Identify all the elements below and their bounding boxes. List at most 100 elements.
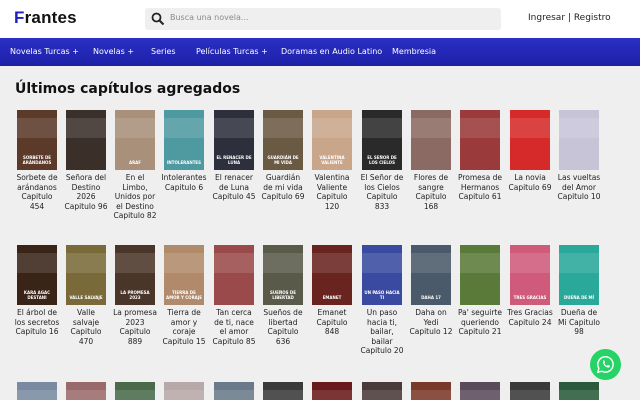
poster-thumbnail[interactable]: La Promesa 2023 <box>115 245 155 305</box>
nav-peliculas-turcas[interactable]: Películas Turcas + <box>196 47 268 56</box>
poster-thumbnail[interactable]: El renacer de Luna <box>214 110 254 170</box>
episode-card[interactable]: El renacer de Luna El renacer de Luna Cap… <box>211 110 257 202</box>
episode-card[interactable]: La novia Capitulo 69 <box>507 110 553 192</box>
episode-card[interactable]: Guardián de mi vida Guardián de mi vida C… <box>260 110 306 202</box>
poster-thumbnail[interactable] <box>510 382 550 400</box>
episode-card[interactable]: Valle Salvaje Valle salvaje Capitulo 470 <box>63 245 109 346</box>
episode-card[interactable]: Sueños de libertad Sueños de libertad Cap… <box>260 245 306 346</box>
episode-card[interactable] <box>359 382 405 400</box>
poster-thumbnail[interactable] <box>460 110 500 170</box>
episode-card[interactable] <box>161 382 207 400</box>
episode-card[interactable]: Dueña de mí Dueña de Mi Capitulo 98 <box>556 245 602 337</box>
poster-thumbnail[interactable]: Araf <box>115 110 155 170</box>
poster-thumbnail[interactable] <box>214 245 254 305</box>
episode-card[interactable]: Promesa de Hermanos Capitulo 61 <box>457 110 503 202</box>
episode-card[interactable]: El Señor de los Cielos El Señor de los Ci… <box>359 110 405 211</box>
episode-card[interactable] <box>63 382 109 400</box>
episode-card[interactable]: Intolerantes Intolerantes Capitulo 6 <box>161 110 207 192</box>
poster-thumbnail[interactable]: Tierra de amor y coraje <box>164 245 204 305</box>
episode-card[interactable] <box>260 382 306 400</box>
poster-thumbnail[interactable] <box>362 382 402 400</box>
episode-card[interactable]: Pa' seguirte queriendo Capitulo 21 <box>457 245 503 337</box>
episode-card[interactable]: La Promesa 2023 La promesa 2023 Capitulo … <box>112 245 158 346</box>
episode-caption[interactable]: Un paso hacia ti, bailar, bailar Capitul… <box>359 308 405 356</box>
nav-novelas[interactable]: Novelas + <box>93 47 134 56</box>
episode-caption[interactable]: La promesa 2023 Capitulo 889 <box>112 308 158 346</box>
poster-thumbnail[interactable]: Un paso hacia ti <box>362 245 402 305</box>
poster-thumbnail[interactable] <box>214 382 254 400</box>
episode-caption[interactable]: Flores de sangre Capitulo 168 <box>408 173 454 211</box>
episode-caption[interactable]: Promesa de Hermanos Capitulo 61 <box>457 173 503 202</box>
episode-card[interactable] <box>408 382 454 400</box>
episode-card[interactable]: Emanet Emanet Capitulo 848 <box>309 245 355 337</box>
episode-card[interactable] <box>309 382 355 400</box>
episode-caption[interactable]: Tan cerca de ti, nace el amor Capitulo 8… <box>211 308 257 346</box>
episode-caption[interactable]: Valentina Valiente Capitulo 120 <box>309 173 355 211</box>
episode-caption[interactable]: Emanet Capitulo 848 <box>309 308 355 337</box>
poster-thumbnail[interactable]: Dueña de mí <box>559 245 599 305</box>
poster-thumbnail[interactable] <box>66 110 106 170</box>
episode-caption[interactable]: En el Limbo, Unidos por el Destino Capit… <box>112 173 158 221</box>
episode-card[interactable] <box>556 382 602 400</box>
search-input[interactable]: Busca una novela... <box>170 13 249 22</box>
episode-caption[interactable]: El renacer de Luna Capitulo 45 <box>211 173 257 202</box>
episode-caption[interactable]: Tierra de amor y coraje Capitulo 15 <box>161 308 207 346</box>
poster-thumbnail[interactable]: Sorbete de arándanos <box>17 110 57 170</box>
poster-thumbnail[interactable] <box>411 382 451 400</box>
nav-doramas[interactable]: Doramas en Audio Latino <box>281 47 382 56</box>
episode-card[interactable]: Valentina Valiente Valentina Valiente Cap… <box>309 110 355 211</box>
poster-thumbnail[interactable]: Valentina Valiente <box>312 110 352 170</box>
episode-caption[interactable]: Pa' seguirte queriendo Capitulo 21 <box>457 308 503 337</box>
poster-thumbnail[interactable] <box>263 382 303 400</box>
episode-card[interactable]: Tierra de amor y coraje Tierra de amor y … <box>161 245 207 346</box>
episode-caption[interactable]: Señora del Destino 2026 Capitulo 96 <box>63 173 109 211</box>
poster-thumbnail[interactable]: Emanet <box>312 245 352 305</box>
poster-thumbnail[interactable] <box>559 110 599 170</box>
episode-card[interactable] <box>112 382 158 400</box>
register-link[interactable]: Registro <box>574 13 611 23</box>
episode-caption[interactable]: Tres Gracias Capitulo 24 <box>507 308 553 327</box>
episode-card[interactable] <box>14 382 60 400</box>
poster-thumbnail[interactable]: Daha 17 <box>411 245 451 305</box>
login-link[interactable]: Ingresar <box>528 13 565 23</box>
episode-caption[interactable]: Las vueltas del Amor Capitulo 10 <box>556 173 602 202</box>
episode-card[interactable]: Kara Agac Destani El árbol de los secreto… <box>14 245 60 337</box>
search-icon[interactable] <box>151 12 165 26</box>
poster-thumbnail[interactable]: El Señor de los Cielos <box>362 110 402 170</box>
poster-thumbnail[interactable] <box>510 110 550 170</box>
poster-thumbnail[interactable]: Intolerantes <box>164 110 204 170</box>
episode-card[interactable]: Sorbete de arándanos Sorbete de arándanos… <box>14 110 60 211</box>
episode-card[interactable]: Las vueltas del Amor Capitulo 10 <box>556 110 602 202</box>
episode-caption[interactable]: El Señor de los Cielos Capitulo 833 <box>359 173 405 211</box>
poster-thumbnail[interactable] <box>164 382 204 400</box>
whatsapp-button[interactable] <box>590 349 621 380</box>
poster-thumbnail[interactable]: Sueños de libertad <box>263 245 303 305</box>
episode-card[interactable]: Daha 17 Daha on Yedi Capitulo 12 <box>408 245 454 337</box>
episode-card[interactable] <box>507 382 553 400</box>
episode-card[interactable]: Flores de sangre Capitulo 168 <box>408 110 454 211</box>
poster-thumbnail[interactable]: Guardián de mi vida <box>263 110 303 170</box>
episode-card[interactable] <box>457 382 503 400</box>
poster-thumbnail[interactable] <box>460 245 500 305</box>
episode-card[interactable]: Un paso hacia ti Un paso hacia ti, bailar… <box>359 245 405 356</box>
site-logo[interactable]: Frantes <box>14 8 77 28</box>
poster-thumbnail[interactable]: Tres Gracias <box>510 245 550 305</box>
episode-card[interactable]: Tan cerca de ti, nace el amor Capitulo 8… <box>211 245 257 346</box>
poster-thumbnail[interactable] <box>115 382 155 400</box>
poster-thumbnail[interactable]: Valle Salvaje <box>66 245 106 305</box>
episode-caption[interactable]: El árbol de los secretos Capitulo 16 <box>14 308 60 337</box>
episode-caption[interactable]: Sueños de libertad Capitulo 636 <box>260 308 306 346</box>
episode-caption[interactable]: La novia Capitulo 69 <box>507 173 553 192</box>
episode-card[interactable]: Araf En el Limbo, Unidos por el Destino C… <box>112 110 158 221</box>
episode-caption[interactable]: Guardián de mi vida Capitulo 69 <box>260 173 306 202</box>
episode-caption[interactable]: Dueña de Mi Capitulo 98 <box>556 308 602 337</box>
nav-series[interactable]: Series <box>151 47 176 56</box>
nav-membresia[interactable]: Membresia <box>392 47 436 56</box>
episode-caption[interactable]: Sorbete de arándanos Capitulo 454 <box>14 173 60 211</box>
poster-thumbnail[interactable] <box>17 382 57 400</box>
episode-card[interactable]: Señora del Destino 2026 Capitulo 96 <box>63 110 109 211</box>
poster-thumbnail[interactable] <box>66 382 106 400</box>
episode-caption[interactable]: Valle salvaje Capitulo 470 <box>63 308 109 346</box>
poster-thumbnail[interactable] <box>559 382 599 400</box>
episode-card[interactable]: Tres Gracias Tres Gracias Capitulo 24 <box>507 245 553 327</box>
